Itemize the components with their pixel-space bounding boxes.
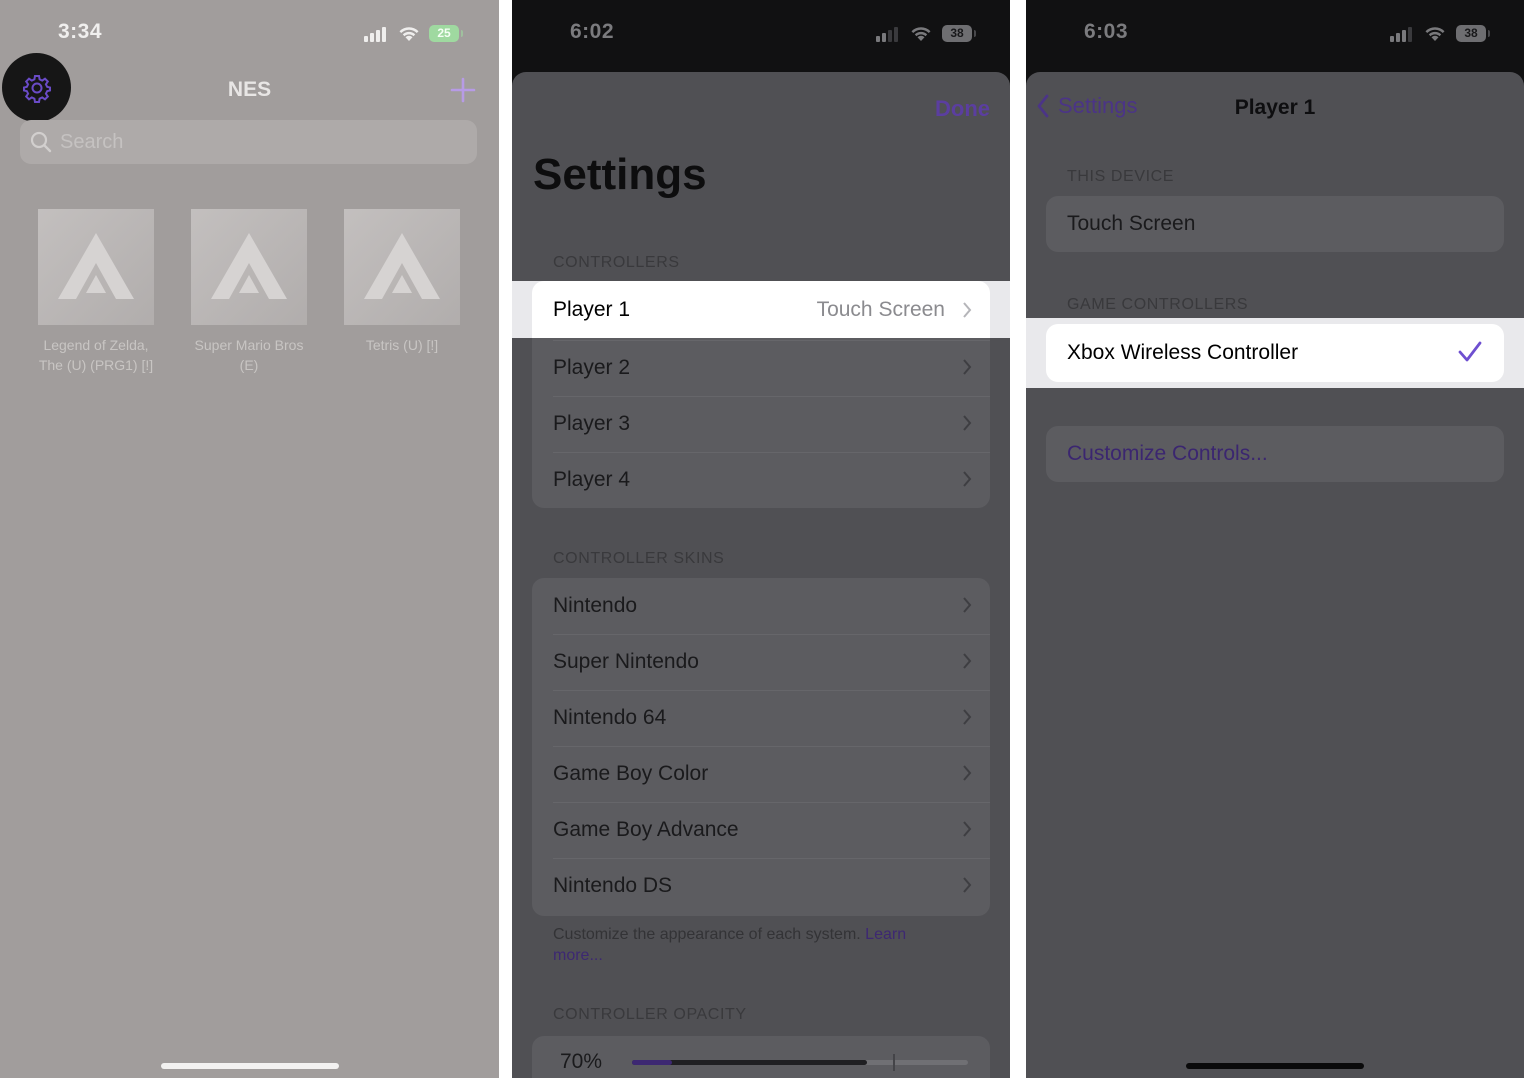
customize-controls-row[interactable]: Customize Controls... [1046, 426, 1504, 482]
player-1-screen: 6:03 38 Settings Player 1 THIS DEVICE To… [1026, 0, 1524, 1078]
game-artwork [38, 209, 154, 325]
chevron-right-icon [963, 471, 972, 487]
row-label: Xbox Wireless Controller [1067, 341, 1299, 364]
this-device-section-header: THIS DEVICE [1067, 168, 1175, 185]
chevron-right-icon [963, 653, 972, 669]
page-title: Settings [533, 150, 707, 199]
player-2-row[interactable]: Player 2 [532, 340, 990, 396]
nes-library-screen: 3:34 25 NES L [0, 0, 499, 1078]
battery-icon: 38 [942, 25, 976, 42]
home-indicator[interactable] [1186, 1063, 1364, 1069]
chevron-right-icon [963, 709, 972, 725]
cellular-signal-icon [1390, 26, 1418, 42]
row-label: Super Nintendo [553, 650, 699, 673]
game-controllers-section-header: GAME CONTROLLERS [1067, 296, 1249, 313]
page-title: Player 1 [1234, 96, 1316, 119]
xbox-controller-row[interactable]: Xbox Wireless Controller [1046, 324, 1504, 382]
xbox-controller-highlight: Xbox Wireless Controller [1026, 318, 1524, 388]
skins-footnote: Customize the appearance of each system.… [553, 924, 973, 966]
chevron-right-icon [963, 877, 972, 893]
search-input[interactable] [60, 130, 440, 154]
status-bar: 6:03 38 [1026, 0, 1524, 68]
game-title: Tetris (U) [!] [365, 337, 439, 353]
game-title: Legend of Zelda, The (U) (PRG1) [!] [38, 337, 154, 373]
player-3-row[interactable]: Player 3 [532, 396, 990, 452]
chevron-right-icon [963, 597, 972, 613]
search-icon [30, 131, 52, 153]
skin-row-game-boy-color[interactable]: Game Boy Color [532, 746, 990, 802]
add-game-plus-icon[interactable] [446, 73, 480, 107]
home-indicator[interactable] [160, 1063, 339, 1069]
opacity-row: 70% [532, 1036, 990, 1078]
row-label: Nintendo DS [553, 874, 673, 897]
footnote-text: Customize the appearance of each system. [553, 926, 861, 943]
row-value: Touch Screen [816, 297, 945, 321]
controller-skins-section-header: CONTROLLER SKINS [553, 550, 725, 567]
wifi-icon [1425, 27, 1445, 41]
touch-screen-row[interactable]: Touch Screen [1046, 196, 1504, 252]
player-1-highlight: Player 1 Touch Screen [512, 281, 1010, 338]
chevron-right-icon [963, 302, 972, 318]
game-artwork [191, 209, 307, 325]
player-4-row[interactable]: Player 4 [532, 452, 990, 508]
game-tile[interactable]: Tetris (U) [!] [344, 209, 460, 355]
status-time: 6:02 [570, 20, 615, 43]
chevron-right-icon [963, 765, 972, 781]
battery-icon: 38 [1456, 25, 1490, 42]
checkmark-icon [1458, 341, 1482, 362]
game-artwork [344, 209, 460, 325]
row-label: Player 1 [553, 297, 631, 321]
row-label: Touch Screen [1067, 212, 1196, 235]
cellular-signal-icon [364, 26, 392, 42]
status-bar: 6:02 38 [512, 0, 1010, 68]
learn-more-link-part-1[interactable]: Learn [865, 926, 906, 943]
skin-row-game-boy-advance[interactable]: Game Boy Advance [532, 802, 990, 858]
cellular-signal-icon [876, 26, 904, 42]
opacity-value: 70% [560, 1050, 603, 1073]
status-time: 6:03 [1084, 20, 1129, 43]
app-logo-icon [58, 233, 134, 299]
row-label: Nintendo [553, 594, 638, 617]
player-1-row[interactable]: Player 1 Touch Screen [532, 281, 990, 338]
row-label: Player 4 [553, 468, 631, 491]
customize-controls-label: Customize Controls... [1067, 442, 1268, 465]
learn-more-link-part-2[interactable]: more... [553, 947, 603, 964]
search-bar[interactable] [20, 120, 477, 164]
done-button[interactable]: Done [935, 96, 990, 122]
controllers-section-header: CONTROLLERS [553, 254, 680, 271]
row-label: Game Boy Advance [553, 818, 739, 841]
wifi-icon [911, 27, 931, 41]
wifi-icon [399, 27, 419, 41]
game-tile[interactable]: Legend of Zelda, The (U) (PRG1) [!] [38, 209, 154, 375]
row-label: Player 2 [553, 356, 631, 379]
row-label: Player 3 [553, 412, 631, 435]
battery-icon: 25 [429, 25, 463, 42]
controller-skins-group: Nintendo Super Nintendo Nintendo 64 Game… [532, 578, 990, 916]
game-tile[interactable]: Super Mario Bros (E) [191, 209, 307, 375]
app-logo-icon [364, 233, 440, 299]
this-device-group: Touch Screen [1046, 196, 1504, 252]
controller-opacity-section-header: CONTROLLER OPACITY [553, 1006, 747, 1023]
customize-group: Customize Controls... [1046, 426, 1504, 482]
settings-screen: 6:02 38 Done Settings CONTROLLERS Player… [512, 0, 1010, 1078]
skin-row-nintendo-ds[interactable]: Nintendo DS [532, 858, 990, 914]
skin-row-nintendo-64[interactable]: Nintendo 64 [532, 690, 990, 746]
skin-row-super-nintendo[interactable]: Super Nintendo [532, 634, 990, 690]
game-title: Super Mario Bros (E) [194, 337, 304, 373]
app-logo-icon [211, 233, 287, 299]
slider-thumb[interactable] [893, 1054, 896, 1071]
status-bar: 3:34 25 [0, 0, 499, 68]
slider-fill [632, 1060, 868, 1065]
chevron-right-icon [963, 415, 972, 431]
opacity-slider[interactable] [632, 1054, 968, 1071]
status-time: 3:34 [58, 20, 103, 43]
page-title: NES [227, 78, 272, 101]
chevron-right-icon [963, 821, 972, 837]
row-label: Nintendo 64 [553, 706, 667, 729]
row-label: Game Boy Color [553, 762, 709, 785]
chevron-right-icon [963, 359, 972, 375]
skin-row-nintendo[interactable]: Nintendo [532, 578, 990, 634]
